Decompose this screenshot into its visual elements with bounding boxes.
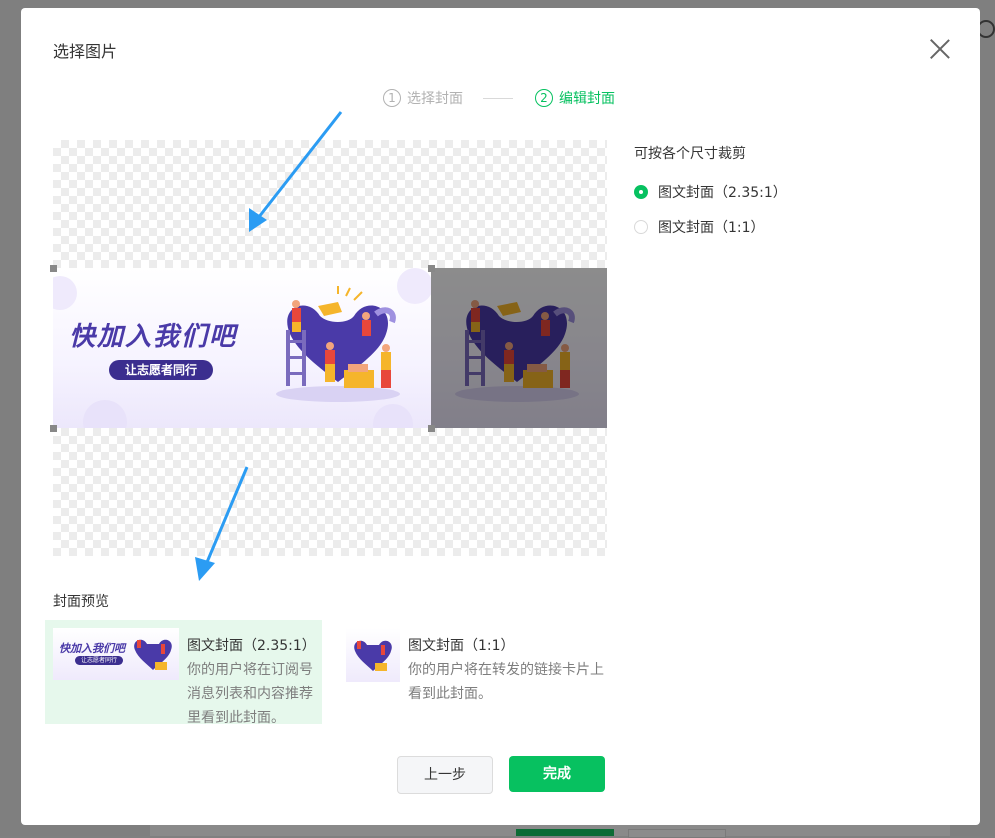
volunteer-illustration bbox=[276, 286, 400, 402]
preview-card-1-1[interactable]: 图文封面（1:1） 你的用户将在转发的链接卡片上看到此封面。 bbox=[337, 620, 617, 724]
select-image-dialog: 选择图片 1 选择封面 2 编辑封面 快加入我们吧 让志愿者同行 可按各个尺寸裁… bbox=[21, 8, 980, 825]
crop-handle-bottom-left[interactable] bbox=[50, 425, 57, 432]
crop-handle-top-left[interactable] bbox=[50, 265, 57, 272]
cropped-out-area bbox=[431, 268, 607, 428]
step-indicator: 1 选择封面 2 编辑封面 bbox=[383, 88, 615, 108]
cover-image: 快加入我们吧 让志愿者同行 bbox=[53, 268, 607, 428]
preview-card-text: 图文封面（1:1） 你的用户将在转发的链接卡片上看到此封面。 bbox=[408, 634, 612, 706]
background-button bbox=[628, 829, 726, 838]
preview-card-desc: 你的用户将在转发的链接卡片上看到此封面。 bbox=[408, 662, 604, 702]
crop-selection[interactable]: 快加入我们吧 让志愿者同行 bbox=[53, 268, 431, 428]
background-button bbox=[516, 829, 614, 836]
crop-option-2-35-1[interactable]: 图文封面（2.35:1） bbox=[634, 182, 787, 202]
crop-option-label: 图文封面（2.35:1） bbox=[658, 185, 787, 201]
crop-option-label: 图文封面（1:1） bbox=[658, 220, 765, 236]
preview-card-name: 图文封面（2.35:1） bbox=[187, 638, 316, 654]
step-number: 1 bbox=[383, 89, 401, 107]
crop-handle-top-right[interactable] bbox=[428, 265, 435, 272]
thumb-headline: 快加入我们吧 bbox=[59, 642, 125, 655]
decor-circle bbox=[83, 400, 127, 428]
radio-selected-icon[interactable] bbox=[634, 185, 648, 199]
step-divider bbox=[483, 97, 513, 99]
radio-icon[interactable] bbox=[634, 220, 648, 234]
annotation-arrow-icon bbox=[195, 466, 249, 581]
decor-circle bbox=[53, 276, 77, 310]
step-select-cover[interactable]: 1 选择封面 bbox=[383, 88, 463, 108]
step-number: 2 bbox=[535, 89, 553, 107]
step-label: 编辑封面 bbox=[559, 91, 615, 107]
previous-step-button[interactable]: 上一步 bbox=[397, 756, 493, 794]
dialog-title: 选择图片 bbox=[53, 42, 118, 61]
thumb-illustration bbox=[354, 640, 392, 671]
annotation-arrow-icon bbox=[249, 111, 343, 232]
preview-card-2-35-1[interactable]: 快加入我们吧 让志愿者同行 图文封面（2.35:1） 你的用户将在订阅号消息列表… bbox=[45, 620, 322, 726]
done-button[interactable]: 完成 bbox=[509, 756, 605, 792]
thumb-illustration bbox=[134, 639, 172, 670]
banner-subline: 让志愿者同行 bbox=[109, 360, 214, 380]
decor-circle bbox=[373, 404, 413, 428]
crop-options-title: 可按各个尺寸裁剪 bbox=[634, 146, 746, 162]
step-edit-cover: 2 编辑封面 bbox=[535, 88, 615, 108]
close-icon[interactable] bbox=[929, 38, 951, 60]
preview-card-name: 图文封面（1:1） bbox=[408, 638, 515, 654]
crop-option-1-1[interactable]: 图文封面（1:1） bbox=[634, 217, 765, 237]
cover-preview-title: 封面预览 bbox=[53, 594, 109, 610]
step-label: 选择封面 bbox=[407, 91, 463, 107]
banner-headline: 快加入我们吧 bbox=[69, 322, 238, 352]
preview-card-text: 图文封面（2.35:1） 你的用户将在订阅号消息列表和内容推荐里看到此封面。 bbox=[187, 634, 317, 730]
dim-overlay bbox=[431, 268, 607, 428]
preview-card-desc: 你的用户将在订阅号消息列表和内容推荐里看到此封面。 bbox=[187, 662, 313, 726]
preview-thumbnail: 快加入我们吧 让志愿者同行 bbox=[53, 628, 179, 680]
preview-thumbnail bbox=[346, 628, 400, 682]
crop-handle-bottom-right[interactable] bbox=[428, 425, 435, 432]
thumb-subline: 让志愿者同行 bbox=[75, 656, 124, 665]
